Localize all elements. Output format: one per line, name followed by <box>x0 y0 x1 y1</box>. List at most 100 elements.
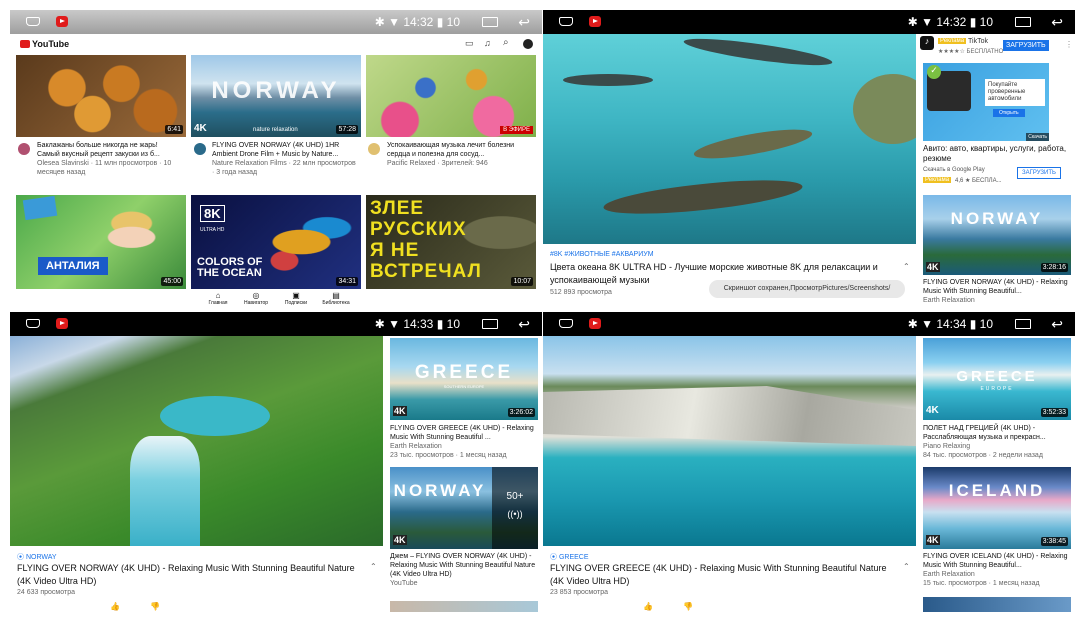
battery-level: 10 <box>979 317 993 331</box>
video-subtitle: Olesea Slavinski · 11 млн просмотров · 1… <box>37 160 172 176</box>
video-title: FLYING OVER GREECE (4K UHD) - Relaxing M… <box>550 563 887 586</box>
action-bar[interactable]: 👍👎↗⤓⊞ <box>110 602 290 612</box>
status-bar: ✱ ▼ 14:34 ▮ 10 ↩ <box>543 312 1075 336</box>
install-button[interactable]: ЗАГРУЗИТЬ <box>1003 40 1049 51</box>
channel-avatar[interactable] <box>368 143 380 155</box>
video-meta[interactable]: FLYING OVER ICELAND (4K UHD) - Relaxing … <box>923 552 1071 588</box>
recent-apps-icon[interactable] <box>1015 319 1031 329</box>
duration-badge: 3:28:16 <box>1040 263 1068 272</box>
back-icon[interactable]: ↩ <box>1051 316 1063 333</box>
nav-item-home[interactable]: ⌂ Главная <box>206 291 230 306</box>
recent-apps-icon[interactable] <box>1015 17 1031 27</box>
ad-app-name: TikTok <box>968 38 988 45</box>
back-icon[interactable]: ↩ <box>1051 14 1063 31</box>
channel-avatar[interactable] <box>194 143 206 155</box>
back-icon[interactable]: ↩ <box>518 14 530 31</box>
video-meta[interactable]: FLYING OVER NORWAY (4K UHD) - Relaxing M… <box>923 278 1071 305</box>
chevron-down-icon[interactable]: ⌃ <box>370 562 377 571</box>
youtube-home-screen: ✱ ▼ 14:32 ▮ 10 ↩ YouTube ▭ ♫ ⌕ 6:41 NORW… <box>10 10 542 310</box>
status-bar: ✱ ▼ 14:32 ▮ 10 ↩ <box>10 10 542 34</box>
nav-item-library[interactable]: ▤ Библиотека <box>320 291 352 306</box>
video-player[interactable] <box>543 34 916 244</box>
video-player[interactable] <box>10 336 383 546</box>
location-tag[interactable]: ⦿ GREECE <box>550 552 589 562</box>
video-thumbnail[interactable]: ICELAND 4K 3:38:45 <box>923 467 1071 549</box>
chevron-down-icon[interactable]: ⌃ <box>903 562 910 571</box>
video-thumbnail[interactable]: NORWAY 4K 3:28:16 <box>923 195 1071 275</box>
quality-badge: 4K <box>194 123 207 134</box>
video-player[interactable] <box>543 336 916 546</box>
video-thumbnail[interactable]: NORWAY 50+ ((•)) 4K <box>390 467 538 549</box>
video-tags[interactable]: #8K #ЖИВОТНЫЕ #АКВАРИУМ <box>550 251 654 258</box>
thumbnail-overlay-text: GREECE <box>414 362 514 383</box>
ad-rating: ★★★★☆ БЕСПЛАТНО <box>938 49 1004 55</box>
video-meta[interactable]: ПОЛЕТ НАД ГРЕЦИЕЙ (4K UHD) - Расслабляющ… <box>923 424 1071 460</box>
video-thumbnail[interactable]: ЗЛЕЕ РУССКИХ Я НЕ ВСТРЕЧАЛ 10:07 <box>366 195 536 289</box>
video-title: FLYING OVER GREECE (4K UHD) - Relaxing M… <box>390 425 534 441</box>
ocean-video-screen: ✱ ▼ 14:32 ▮ 10 ↩ #8K #ЖИВОТНЫЕ #АКВАРИУМ… <box>543 10 1075 310</box>
video-meta[interactable]: Баклажаны больше никогда не жарь! Самый … <box>37 141 182 177</box>
location-tag[interactable]: ⦿ NORWAY <box>17 552 57 562</box>
ad-open-button[interactable]: Открыть <box>993 109 1025 117</box>
back-icon[interactable]: ↩ <box>518 316 530 333</box>
more-icon[interactable]: ⋮ <box>1065 40 1073 49</box>
thumbnail-overlay-text: NORWAY <box>950 209 1044 228</box>
nav-item-subscriptions[interactable]: ▣ Подписки <box>283 291 309 306</box>
fish-shape <box>692 123 814 165</box>
youtube-app-icon[interactable] <box>589 16 601 27</box>
video-thumbnail[interactable]: NORWAY 4K nature relaxation 57:28 <box>191 55 361 137</box>
video-subtitle: 23 тыс. просмотров · 1 месяц назад <box>390 452 507 459</box>
cast-icon[interactable]: ▭ <box>465 38 474 49</box>
youtube-app-icon[interactable] <box>56 16 68 27</box>
nav-label: Навигатор <box>243 300 269 306</box>
video-thumbnail[interactable]: 8K ULTRA HD COLORS OF THE OCEAN 34:31 <box>191 195 361 289</box>
video-meta[interactable]: Успокаивающая музыка лечит болезни сердц… <box>387 141 532 168</box>
youtube-logo[interactable]: YouTube <box>32 39 69 49</box>
home-icon[interactable] <box>26 17 40 26</box>
video-thumbnail[interactable]: В ЭФИРЕ <box>366 55 536 137</box>
home-icon[interactable] <box>559 17 573 26</box>
video-title: FLYING OVER NORWAY (4K UHD) 1HR Ambient … <box>212 142 340 158</box>
home-icon[interactable] <box>559 319 573 328</box>
bell-icon[interactable]: ♫ <box>484 38 491 48</box>
video-thumbnail[interactable]: GREECE SOUTHERN EUROPE 4K 3:26:02 <box>390 338 538 420</box>
channel-name: Earth Relaxation <box>390 443 442 450</box>
video-thumbnail[interactable] <box>923 597 1071 612</box>
video-meta[interactable]: FLYING OVER GREECE (4K UHD) - Relaxing M… <box>390 424 538 460</box>
waterfall-shape <box>130 436 200 546</box>
thumbnail-overlay-text: 8K <box>200 205 225 222</box>
youtube-app-icon[interactable] <box>56 318 68 329</box>
video-thumbnail[interactable]: GREECE EUROPE 4K 3:52:33 <box>923 338 1071 420</box>
thumbnail-overlay-subtext: SOUTHERN EUROPE <box>443 384 485 389</box>
video-title: Успокаивающая музыка лечит болезни сердц… <box>387 142 515 158</box>
video-thumbnail[interactable]: АНТАЛИЯ 45:00 <box>16 195 186 289</box>
search-icon[interactable]: ⌕ <box>503 37 509 48</box>
video-title: ПОЛЕТ НАД ГРЕЦИЕЙ (4K UHD) - Расслабляющ… <box>923 425 1046 441</box>
video-meta[interactable]: Джем – FLYING OVER NORWAY (4K UHD) - Rel… <box>390 552 538 588</box>
account-avatar[interactable] <box>523 39 533 49</box>
install-button[interactable]: ЗАГРУЗИТЬ <box>1017 167 1061 179</box>
action-bar[interactable]: 👍👎↗⤓⊞ <box>643 602 823 612</box>
clock: 14:34 <box>936 317 967 331</box>
recent-apps-icon[interactable] <box>482 17 498 27</box>
nav-label: Главная <box>208 300 228 306</box>
duration-badge: 45:00 <box>161 277 183 286</box>
video-thumbnail[interactable]: 6:41 <box>16 55 186 137</box>
home-icon[interactable] <box>26 319 40 328</box>
thumbnail-overlay-subtext: ULTRA HD <box>200 227 225 233</box>
channel-avatar[interactable] <box>18 143 30 155</box>
ad-badge: Реклама <box>923 177 952 183</box>
thumbnail-overlay-text: NORWAY <box>211 77 341 104</box>
youtube-logo-icon[interactable] <box>20 40 30 48</box>
status-indicators: ✱ ▼ 14:33 ▮ 10 <box>374 317 460 331</box>
youtube-app-icon[interactable] <box>589 318 601 329</box>
video-title: Баклажаны больше никогда не жарь! Самый … <box>37 142 160 158</box>
thumbnail-sticker <box>22 195 58 221</box>
video-thumbnail[interactable] <box>390 601 538 612</box>
duration-badge: 3:38:45 <box>1040 537 1068 546</box>
ad-banner[interactable]: ✓ Покупайте проверенные автомобили Откры… <box>923 63 1049 141</box>
video-meta[interactable]: FLYING OVER NORWAY (4K UHD) 1HR Ambient … <box>212 141 357 177</box>
nav-item-explore[interactable]: ◎ Навигатор <box>242 291 270 306</box>
chevron-down-icon[interactable]: ⌃ <box>903 262 910 271</box>
recent-apps-icon[interactable] <box>482 319 498 329</box>
